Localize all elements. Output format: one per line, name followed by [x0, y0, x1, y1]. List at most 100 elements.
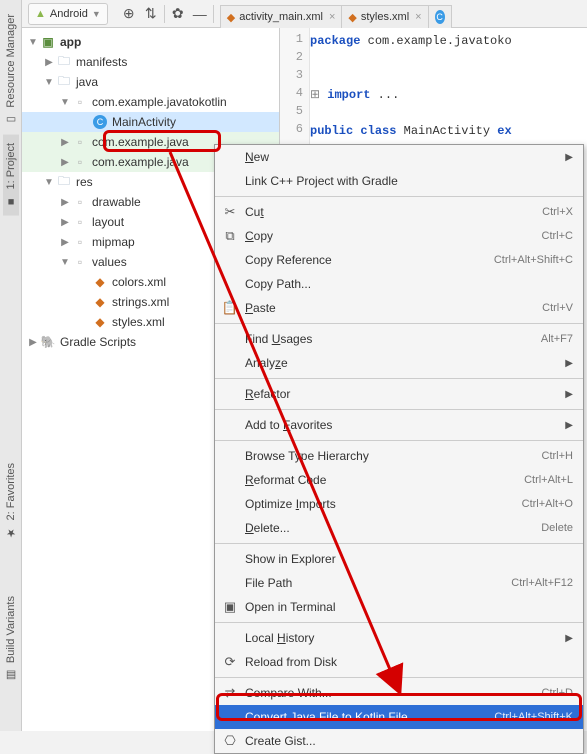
tab-label: Build Variants	[5, 596, 17, 663]
menu-label: Show in Explorer	[245, 552, 573, 566]
menu-item-analyze[interactable]: Analyze▶	[215, 351, 583, 375]
menu-item-link-c-project-with-gradle[interactable]: Link C++ Project with Gradle	[215, 169, 583, 193]
chevron-right-icon[interactable]	[42, 57, 56, 68]
editor-tab-styles[interactable]: ◆ styles.xml ×	[341, 5, 428, 29]
sort-icon[interactable]: ⇅	[140, 3, 162, 25]
chevron-right-icon[interactable]	[58, 217, 72, 228]
tree-node-app[interactable]: ▣ app	[22, 32, 279, 52]
tree-node-mainactivity[interactable]: C MainActivity	[22, 112, 279, 132]
top-toolbar: ▲ Android ▼ ⊕ ⇅ ✿ — ◆ activity_main.xml …	[22, 0, 587, 28]
chevron-down-icon[interactable]	[26, 37, 40, 48]
chevron-right-icon[interactable]	[58, 137, 72, 148]
tab-label: 1: Project	[5, 143, 17, 189]
menu-label: Browse Type Hierarchy	[245, 449, 536, 463]
icon-placeholder	[221, 550, 239, 568]
menu-item-refactor[interactable]: Refactor▶	[215, 382, 583, 406]
tree-node-pkg1[interactable]: ▫ com.example.javatokotlin	[22, 92, 279, 112]
tree-label: Gradle Scripts	[60, 335, 136, 349]
reload-from-disk-icon: ⟳	[221, 653, 239, 671]
tool-window-tabs: ▭ Resource Manager ■ 1: Project ★ 2: Fav…	[0, 0, 22, 731]
icon-placeholder	[221, 708, 239, 726]
editor-tab-activity-main[interactable]: ◆ activity_main.xml ×	[220, 5, 343, 29]
platform-label: Android	[50, 8, 88, 20]
menu-shortcut: Ctrl+V	[542, 302, 573, 314]
menu-item-reload-from-disk[interactable]: ⟳Reload from Disk	[215, 650, 583, 674]
menu-item-browse-type-hierarchy[interactable]: Browse Type HierarchyCtrl+H	[215, 444, 583, 468]
menu-label: Find Usages	[245, 332, 535, 346]
icon-placeholder	[221, 629, 239, 647]
menu-shortcut: Ctrl+Alt+Shift+K	[494, 711, 573, 723]
menu-item-delete[interactable]: Delete...Delete	[215, 516, 583, 540]
menu-item-optimize-imports[interactable]: Optimize ImportsCtrl+Alt+O	[215, 492, 583, 516]
star-icon: ★	[6, 527, 16, 540]
chevron-down-icon[interactable]	[42, 77, 56, 88]
tab-project[interactable]: ■ 1: Project	[3, 135, 19, 216]
package-icon: ▫	[72, 154, 88, 170]
tree-label: res	[76, 175, 93, 189]
chevron-down-icon[interactable]	[42, 177, 56, 188]
variant-icon: ▤	[5, 669, 15, 682]
menu-separator	[215, 440, 583, 441]
cut-icon: ✂	[221, 203, 239, 221]
chevron-right-icon[interactable]	[58, 197, 72, 208]
tree-node-manifests[interactable]: 🗀 manifests	[22, 52, 279, 72]
tab-build-variants[interactable]: ▤ Build Variants	[3, 588, 19, 690]
menu-item-copy[interactable]: ⧉CopyCtrl+C	[215, 224, 583, 248]
menu-item-reformat-code[interactable]: Reformat CodeCtrl+Alt+L	[215, 468, 583, 492]
menu-item-new[interactable]: New▶	[215, 145, 583, 169]
icon-placeholder	[221, 172, 239, 190]
chevron-down-icon[interactable]	[58, 97, 72, 108]
minimize-icon[interactable]: —	[189, 3, 211, 25]
square-icon: ■	[7, 195, 14, 207]
menu-separator	[215, 196, 583, 197]
menu-separator	[215, 323, 583, 324]
tree-label: drawable	[92, 195, 141, 209]
menu-item-paste[interactable]: 📋PasteCtrl+V	[215, 296, 583, 320]
menu-shortcut: Ctrl+Alt+F12	[511, 577, 573, 589]
chevron-right-icon[interactable]	[26, 337, 40, 348]
menu-item-compare-with[interactable]: ⇄Compare With...Ctrl+D	[215, 681, 583, 705]
menu-item-file-path[interactable]: File PathCtrl+Alt+F12	[215, 571, 583, 595]
tab-favorites[interactable]: ★ 2: Favorites	[3, 455, 19, 548]
close-icon[interactable]: ×	[415, 11, 421, 23]
module-icon: ▣	[40, 34, 56, 50]
editor-tab-overflow[interactable]: C	[428, 5, 452, 29]
divider	[164, 5, 165, 23]
menu-item-copy-reference[interactable]: Copy ReferenceCtrl+Alt+Shift+C	[215, 248, 583, 272]
menu-item-local-history[interactable]: Local History▶	[215, 626, 583, 650]
menu-item-add-to-favorites[interactable]: Add to Favorites▶	[215, 413, 583, 437]
chevron-right-icon[interactable]	[58, 157, 72, 168]
gear-icon[interactable]: ✿	[167, 3, 189, 25]
package-icon: ▫	[72, 134, 88, 150]
icon-placeholder	[221, 447, 239, 465]
target-icon[interactable]: ⊕	[118, 3, 140, 25]
menu-item-show-in-explorer[interactable]: Show in Explorer	[215, 547, 583, 571]
menu-item-convert-java-file-to-kotlin-file[interactable]: Convert Java File to Kotlin FileCtrl+Alt…	[215, 705, 583, 729]
tree-label: colors.xml	[112, 275, 166, 289]
menu-item-create-gist[interactable]: ⎔Create Gist...	[215, 729, 583, 753]
tab-label: styles.xml	[361, 11, 409, 23]
xml-icon: ◆	[92, 294, 108, 310]
open-in-terminal-icon: ▣	[221, 598, 239, 616]
menu-item-open-in-terminal[interactable]: ▣ Open in Terminal	[215, 595, 583, 619]
icon-placeholder	[221, 574, 239, 592]
close-icon[interactable]: ×	[329, 11, 335, 23]
line-number: 4	[280, 86, 309, 104]
platform-selector[interactable]: ▲ Android ▼	[28, 3, 108, 25]
tree-node-java[interactable]: 🗀 java	[22, 72, 279, 92]
icon-placeholder	[221, 354, 239, 372]
tab-resource-manager[interactable]: ▭ Resource Manager	[3, 6, 19, 135]
menu-label: Open in Terminal	[245, 600, 573, 614]
menu-item-cut[interactable]: ✂CutCtrl+X	[215, 200, 583, 224]
class-icon: C	[435, 10, 445, 24]
chevron-right-icon[interactable]	[58, 237, 72, 248]
menu-item-find-usages[interactable]: Find UsagesAlt+F7	[215, 327, 583, 351]
menu-shortcut: Ctrl+Alt+Shift+C	[494, 254, 573, 266]
chevron-right-icon: ▶	[565, 358, 573, 369]
menu-separator	[215, 409, 583, 410]
menu-shortcut: Ctrl+Alt+O	[522, 498, 573, 510]
line-number: 5	[280, 104, 309, 122]
menu-label: Add to Favorites	[245, 418, 559, 432]
chevron-down-icon[interactable]	[58, 257, 72, 268]
menu-item-copy-path[interactable]: Copy Path...	[215, 272, 583, 296]
